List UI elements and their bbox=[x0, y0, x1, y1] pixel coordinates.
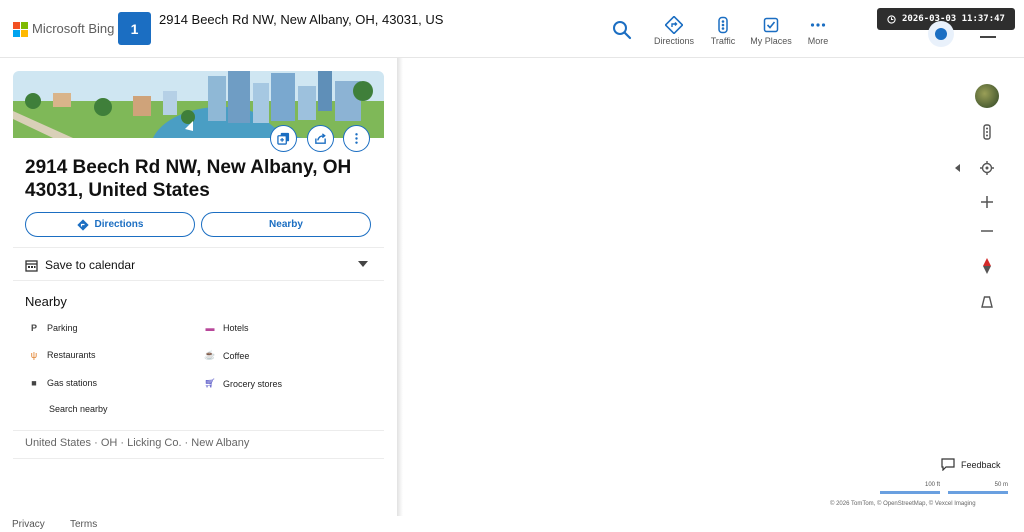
my-places-icon bbox=[763, 17, 779, 33]
nav-my-places[interactable]: My Places bbox=[749, 16, 793, 46]
nearby-item-parking[interactable]: P Parking bbox=[28, 323, 78, 333]
search-icon[interactable] bbox=[611, 19, 633, 41]
profile-avatar[interactable] bbox=[928, 21, 954, 47]
traffic-layer-button[interactable] bbox=[976, 121, 998, 143]
location-breadcrumb[interactable]: United States · OH · Licking Co. · New A… bbox=[25, 437, 249, 449]
nav-traffic[interactable]: Traffic bbox=[707, 16, 739, 46]
nearby-item-label: Gas stations bbox=[47, 378, 98, 388]
gas-station-icon: ■ bbox=[31, 378, 37, 388]
terms-link[interactable]: Terms bbox=[70, 519, 97, 530]
plus-icon bbox=[981, 196, 993, 208]
divider bbox=[13, 280, 384, 281]
scale-meters-label: 50 m bbox=[994, 482, 1008, 488]
coffee-icon: ☕ bbox=[204, 350, 216, 360]
bing-logo[interactable]: Microsoft Bing bbox=[13, 21, 115, 37]
location-title: 2914 Beech Rd NW, New Albany, OH 43031, … bbox=[25, 157, 352, 201]
directions-icon bbox=[665, 16, 683, 34]
nearby-item-label: Hotels bbox=[223, 323, 249, 333]
tilt-view-button[interactable] bbox=[976, 291, 998, 313]
nearby-item-label: Grocery stores bbox=[223, 378, 283, 389]
map-copyright: © 2026 TomTom, © OpenStreetMap, © Vexcel… bbox=[830, 501, 976, 507]
nearby-item-hotels[interactable]: ▬ Hotels bbox=[204, 323, 249, 333]
nav-more[interactable]: More bbox=[803, 16, 833, 46]
save-to-calendar-label: Save to calendar bbox=[45, 258, 136, 272]
clock-icon bbox=[887, 14, 896, 24]
divider bbox=[13, 247, 384, 248]
nav-traffic-label: Traffic bbox=[710, 36, 736, 46]
feedback-icon bbox=[941, 458, 955, 471]
parking-icon: P bbox=[30, 323, 37, 333]
chevron-down-icon[interactable] bbox=[358, 261, 368, 267]
more-icon bbox=[810, 23, 826, 27]
tilt-icon bbox=[981, 296, 993, 308]
nearby-item-restaurants[interactable]: ψ Restaurants bbox=[28, 350, 96, 360]
panel-shadow bbox=[397, 58, 403, 516]
feedback-button[interactable]: Feedback bbox=[941, 458, 1001, 471]
nearby-button[interactable]: Nearby bbox=[201, 212, 371, 237]
vertical-dots-icon bbox=[355, 133, 358, 144]
cart-icon: 🛒︎ bbox=[204, 378, 216, 388]
zoom-in-button[interactable] bbox=[976, 191, 998, 213]
menu-icon[interactable] bbox=[980, 36, 996, 38]
nearby-button-label: Nearby bbox=[269, 219, 303, 230]
directions-icon bbox=[76, 218, 89, 231]
search-query-text[interactable]: 2914 Beech Rd NW, New Albany, OH, 43031,… bbox=[159, 12, 443, 27]
search-nearby-label: Search nearby bbox=[49, 404, 108, 414]
copy-icon bbox=[277, 132, 290, 145]
share-icon bbox=[315, 133, 326, 144]
nearby-item-gas-stations[interactable]: ■ Gas stations bbox=[28, 378, 97, 388]
traffic-icon bbox=[718, 16, 728, 34]
restaurant-icon: ψ bbox=[30, 350, 38, 360]
logo-text: Microsoft Bing bbox=[32, 21, 115, 36]
calendar-icon bbox=[25, 259, 38, 272]
nearby-item-grocery-stores[interactable]: 🛒︎ Grocery stores bbox=[204, 378, 282, 389]
feedback-label: Feedback bbox=[961, 459, 1001, 470]
nearby-item-label: Restaurants bbox=[47, 350, 96, 360]
scale-bar-meters: 50 m bbox=[948, 482, 1008, 494]
locate-me-button[interactable] bbox=[976, 157, 998, 179]
nearby-heading: Nearby bbox=[25, 294, 67, 309]
nearby-item-coffee[interactable]: ☕ Coffee bbox=[204, 350, 249, 361]
scale-feet-label: 100 ft bbox=[924, 482, 940, 488]
more-options-button[interactable] bbox=[343, 125, 370, 152]
directions-button[interactable]: Directions bbox=[25, 212, 195, 237]
zoom-out-button[interactable] bbox=[976, 220, 998, 242]
copy-button[interactable] bbox=[270, 125, 297, 152]
divider bbox=[13, 458, 384, 459]
nav-directions[interactable]: Directions bbox=[652, 16, 696, 46]
microsoft-logo-icon bbox=[13, 21, 28, 37]
share-button[interactable] bbox=[307, 125, 334, 152]
nav-more-label: More bbox=[807, 36, 829, 46]
directions-button-label: Directions bbox=[94, 219, 144, 230]
top-bar: Microsoft Bing 1 2914 Beech Rd NW, New A… bbox=[0, 0, 1024, 58]
nearby-item-label: Parking bbox=[47, 323, 78, 333]
hotel-icon: ▬ bbox=[205, 323, 215, 333]
compass-icon bbox=[983, 258, 991, 274]
clock-text: 2026-03-03 11:37:47 bbox=[902, 14, 1005, 24]
collapse-arrow-icon[interactable] bbox=[955, 164, 960, 172]
nav-my-places-label: My Places bbox=[750, 36, 792, 46]
divider bbox=[13, 430, 384, 431]
minus-icon bbox=[981, 230, 993, 232]
scale-bar-feet: 100 ft bbox=[880, 482, 940, 494]
search-nearby-link[interactable]: Search nearby bbox=[49, 404, 108, 414]
locate-icon bbox=[980, 161, 994, 175]
compass-button[interactable] bbox=[976, 255, 998, 277]
save-to-calendar-row[interactable]: Save to calendar bbox=[25, 256, 370, 274]
result-number-badge: 1 bbox=[118, 12, 151, 45]
privacy-link[interactable]: Privacy bbox=[12, 519, 45, 530]
map-style-thumbnail[interactable] bbox=[975, 84, 999, 108]
traffic-light-icon bbox=[983, 124, 991, 140]
nav-directions-label: Directions bbox=[653, 36, 694, 46]
nearby-item-label: Coffee bbox=[223, 350, 250, 361]
